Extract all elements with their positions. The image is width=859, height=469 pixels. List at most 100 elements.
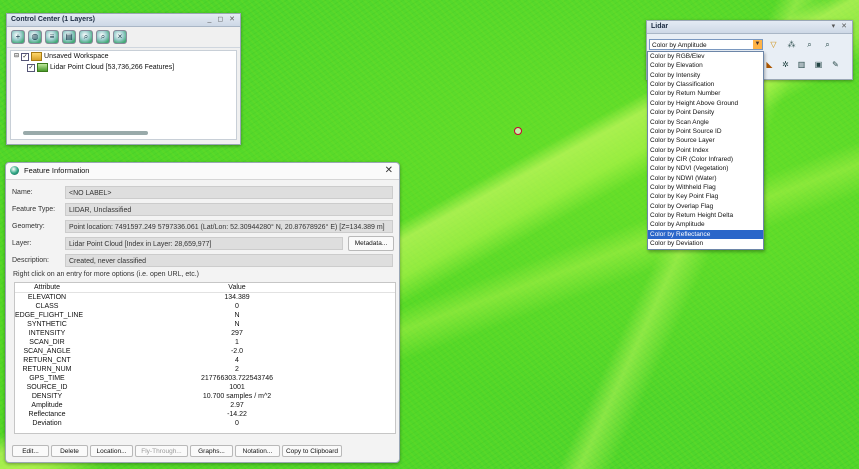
search-icon[interactable]: ⌕ (821, 38, 834, 51)
dropdown-option[interactable]: Color by Point Source ID (648, 127, 763, 136)
description-row: Description: Created, never classified (12, 254, 393, 267)
column-header-attribute[interactable]: Attribute (15, 283, 79, 292)
dropdown-option[interactable]: Color by Return Height Delta (648, 211, 763, 220)
layer-options-icon[interactable]: ▤ (62, 30, 76, 44)
attribute-value: N (234, 321, 240, 328)
attribute-value: N (234, 312, 240, 319)
graphs-button[interactable]: Graphs... (190, 445, 233, 457)
control-center-title-bar[interactable]: Control Center (1 Layers) _ ◻ ✕ (7, 14, 240, 27)
dropdown-option[interactable]: Color by Classification (648, 80, 763, 89)
layer-tree: ⊟ ✓ Unsaved Workspace ✓ Lidar Point Clou… (10, 50, 237, 140)
edit-button[interactable]: Edit... (12, 445, 49, 457)
lidar-title-bar[interactable]: Lidar ▾ ✕ (647, 21, 852, 34)
expand-icon[interactable]: ⊟ (14, 51, 19, 62)
dropdown-option[interactable]: Color by CIR (Color Infrared) (648, 155, 763, 164)
export-icon[interactable]: ▣ (812, 58, 825, 71)
chevron-down-icon[interactable]: ▼ (753, 40, 762, 49)
paint-icon[interactable]: ✎ (829, 58, 842, 71)
attribute-row[interactable]: GPS_TIME 217766303.722543746 (15, 374, 395, 383)
dropdown-option[interactable]: Color by Reflectance (648, 229, 763, 240)
dropdown-option[interactable]: Color by Amplitude (648, 220, 763, 229)
statistics-icon[interactable]: ▥ (795, 58, 808, 71)
dropdown-option[interactable]: Color by Withheld Flag (648, 183, 763, 192)
dropdown-option[interactable]: Color by Elevation (648, 61, 763, 70)
notation-button[interactable]: Notation... (235, 445, 280, 457)
app-icon (10, 166, 19, 175)
dropdown-option[interactable]: Color by Key Point Flag (648, 192, 763, 201)
attribute-row[interactable]: EDGE_FLIGHT_LINE N (15, 311, 395, 320)
attribute-row[interactable]: SYNTHETIC N (15, 320, 395, 329)
dropdown-option[interactable]: Color by Deviation (648, 239, 763, 248)
delete-button[interactable]: Delete (51, 445, 88, 457)
attribute-value: 0 (235, 420, 239, 427)
description-field[interactable]: Created, never classified (65, 254, 393, 267)
attribute-row[interactable]: Reflectance -14.22 (15, 410, 395, 419)
feature-type-row: Feature Type: LIDAR, Unclassified (12, 203, 393, 216)
dropdown-option[interactable]: Color by Source Layer (648, 136, 763, 145)
dropdown-option[interactable]: Color by Overlap Flag (648, 202, 763, 211)
metadata-button[interactable]: Metadata... (348, 236, 394, 251)
attribute-name: ELEVATION (27, 294, 67, 301)
attribute-row[interactable]: RETURN_NUM 2 (15, 365, 395, 374)
name-field[interactable]: <NO LABEL> (65, 186, 393, 199)
attribute-name: EDGE_FLIGHT_LINE (15, 312, 84, 319)
geometry-field[interactable]: Point location: 7491597.249 5797336.061 … (65, 220, 393, 233)
location-button[interactable]: Location... (90, 445, 133, 457)
add-layer-icon[interactable]: + (11, 30, 25, 44)
color-mode-select[interactable]: Color by Amplitude ▼ (649, 39, 763, 50)
lidar-window-buttons[interactable]: ▾ ✕ (832, 21, 849, 33)
dropdown-option[interactable]: Color by Point Density (648, 108, 763, 117)
attribute-row[interactable]: ELEVATION 134.389 (15, 293, 395, 302)
dropdown-option[interactable]: Color by Height Above Ground (648, 99, 763, 108)
copy-to-clipboard-button[interactable]: Copy to Clipboard (282, 445, 342, 457)
remove-layer-icon[interactable]: × (113, 30, 127, 44)
workspace-checkbox[interactable]: ✓ (21, 52, 30, 61)
dropdown-option[interactable]: Color by Point Index (648, 146, 763, 155)
dropdown-option[interactable]: Color by NDVI (Vegetation) (648, 164, 763, 173)
layer-checkbox[interactable]: ✓ (27, 63, 35, 72)
attribute-row[interactable]: Deviation 0 (15, 419, 395, 428)
attribute-row[interactable]: RETURN_CNT 4 (15, 356, 395, 365)
attribute-row[interactable]: CLASS 0 (15, 302, 395, 311)
classify-icon[interactable]: ⁂ (785, 38, 798, 51)
attribute-row[interactable]: Amplitude 2.97 (15, 401, 395, 410)
layer-field[interactable]: Lidar Point Cloud [Index in Layer: 28,65… (65, 237, 343, 250)
attribute-table[interactable]: Attribute Value ELEVATION 134.389 CLASS 0 ED… (14, 282, 396, 434)
attribute-rows: ELEVATION 134.389 CLASS 0 EDGE_FLIGHT_LINE N S… (15, 293, 395, 428)
tree-item-workspace[interactable]: ⊟ ✓ Unsaved Workspace (11, 51, 236, 62)
attribute-row[interactable]: SCAN_DIR 1 (15, 338, 395, 347)
attribute-name: Reflectance (28, 411, 66, 418)
column-header-value[interactable]: Value (79, 283, 395, 292)
dropdown-option[interactable]: Color by Scan Angle (648, 118, 763, 127)
control-center-window-buttons[interactable]: _ ◻ ✕ (208, 14, 237, 26)
attribute-row[interactable]: SCAN_ANGLE -2.0 (15, 347, 395, 356)
zoom-tool-icon[interactable]: ⌕ (803, 38, 816, 51)
attribute-row[interactable]: DENSITY 10.700 samples / m^2 (15, 392, 395, 401)
zoom-layer-icon[interactable]: ⌕ (79, 30, 93, 44)
attribute-value: 134.389 (224, 294, 250, 301)
attribute-row[interactable]: SOURCE_ID 1001 (15, 383, 395, 392)
attribute-table-header: Attribute Value (15, 283, 395, 293)
globe-icon[interactable]: ◍ (28, 30, 42, 44)
dropdown-option[interactable]: Color by Intensity (648, 71, 763, 80)
dropdown-option[interactable]: Color by NDWI (Water) (648, 174, 763, 183)
filter-icon[interactable]: ▽ (767, 38, 780, 51)
zoom-selected-icon[interactable]: ⌕ (96, 30, 110, 44)
tree-horizontal-scrollbar[interactable] (23, 131, 148, 135)
dropdown-option[interactable]: Color by Return Number (648, 89, 763, 98)
feature-type-field[interactable]: LIDAR, Unclassified (65, 203, 393, 216)
attribute-value: 4 (235, 357, 239, 364)
color-mode-dropdown-list[interactable]: Color by RGB/Elev Color by Elevation Color… (647, 51, 764, 250)
tree-item-lidar-layer[interactable]: ✓ Lidar Point Cloud [53,736,266 Features… (11, 62, 236, 73)
dropdown-option[interactable]: Color by RGB/Elev (648, 52, 763, 61)
list-icon[interactable]: ≡ (45, 30, 59, 44)
fly-through-button[interactable]: Fly-Through... (135, 445, 188, 457)
attribute-row[interactable]: INTENSITY 297 (15, 329, 395, 338)
edit-points-icon[interactable]: ◣ (763, 58, 776, 71)
attribute-value: -14.22 (227, 411, 247, 418)
close-icon[interactable]: ✕ (385, 163, 393, 179)
attribute-value: 2.97 (230, 402, 244, 409)
feature-info-title-bar[interactable]: Feature Information ✕ (6, 163, 399, 180)
cursor-marker-icon (514, 127, 522, 135)
settings-icon[interactable]: ✲ (779, 58, 792, 71)
